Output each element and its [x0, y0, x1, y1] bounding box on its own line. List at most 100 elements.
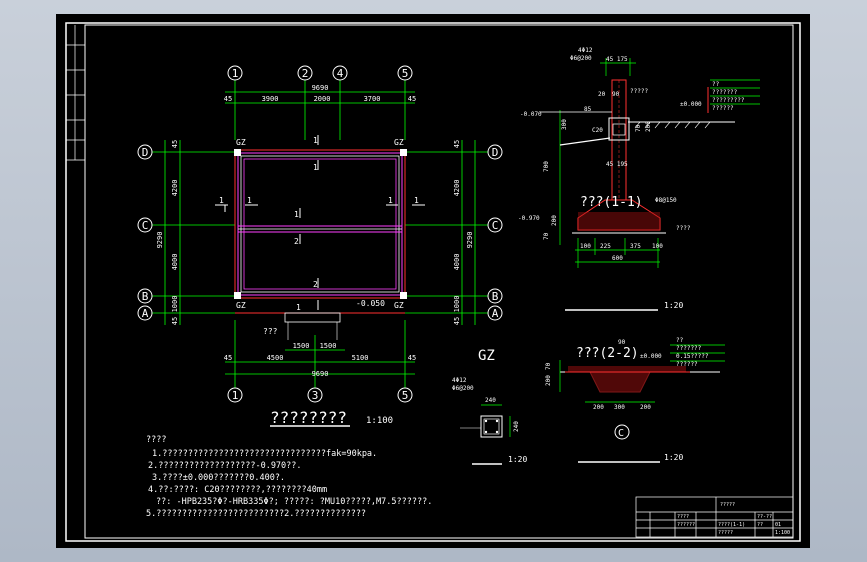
s1-dim-bar: 85	[584, 106, 592, 113]
tb-cell-2: ????	[677, 514, 689, 520]
s1-dim-left-4: 200	[551, 215, 558, 226]
s1-title: ???(1-1)	[580, 195, 643, 210]
axis-bottom-1: 1	[232, 389, 239, 402]
tb-cell-9: 1:100	[775, 530, 790, 536]
tb-cell-5: ?????	[718, 530, 733, 536]
dim-top-part-1: 45	[224, 95, 232, 103]
axis-left-a: A	[142, 307, 149, 320]
dim-right-total: 9290	[466, 232, 474, 249]
notes-line-2: 2.???????????????????-0.970??.	[148, 461, 302, 471]
s1-dim-bottom-4: 100	[652, 243, 663, 250]
dim-left-total: 9290	[156, 232, 164, 249]
s1-dim-bottom-3: 375	[630, 243, 641, 250]
dim-right-part-5: 45	[453, 317, 461, 325]
section-mark-5: 2	[313, 280, 318, 289]
axis-top-4: 4	[337, 67, 344, 80]
gz-dim-w: 240	[485, 397, 496, 404]
s2-top-dim: 90	[618, 339, 626, 346]
s1-layer-3: ?????????	[712, 97, 745, 104]
dim-door-1: 1500	[293, 342, 310, 350]
elev-entry: -0.050	[356, 299, 385, 308]
dim-top-part-5: 45	[408, 95, 416, 103]
stair-label: ???	[263, 327, 278, 336]
axis-bottom-5: 5	[402, 389, 409, 402]
gz-label-1: GZ	[236, 138, 246, 147]
plan-scale: 1:100	[366, 416, 393, 426]
s1-top-dim-1: 20	[598, 91, 606, 98]
s1-dim-left-3: 70	[543, 232, 550, 240]
s1-layer-2: ???????	[712, 89, 738, 96]
s1-side-dim-1: 70	[635, 124, 642, 132]
dim-top-part-4: 3700	[364, 95, 381, 103]
dim-bottom-part-1: 45	[224, 354, 232, 362]
dim-left-part-1: 45	[171, 140, 179, 148]
s1-elev-left: -0.070	[520, 111, 542, 118]
gz-label-3: GZ	[236, 301, 246, 310]
notes-line-5: ??: -HPB235?Φ?-HRB335Φ?; ?????: ?MU10???…	[156, 497, 432, 507]
s1-dim-bottom-2: 225	[600, 243, 611, 250]
tb-cell-6: ??-??	[757, 514, 772, 520]
s2-layer-1: ??	[676, 337, 684, 344]
tb-cell-1: ?????	[720, 502, 735, 508]
s1-rebar: 4Φ12	[578, 47, 593, 54]
notes-line-6: 5.?????????????????????????2.???????????…	[146, 509, 366, 519]
s2-elev: ±0.000	[640, 353, 662, 360]
gz-rebar: 4Φ12	[452, 377, 467, 384]
notes-line-3: 3.????±0.000???????0.400?.	[152, 473, 285, 483]
s1-wall-label: 45 195	[606, 161, 628, 168]
gz-label-2: GZ	[394, 138, 404, 147]
section-mark-3: 1	[294, 210, 299, 219]
s2-layer-2: ???????	[676, 345, 702, 352]
tb-cell-8: 01	[775, 522, 781, 528]
section-mark-8: 1	[247, 196, 252, 205]
dim-right-part-3: 4000	[453, 254, 461, 271]
dim-door-2: 1500	[320, 342, 337, 350]
s1-scale: 1:20	[664, 301, 683, 310]
dim-left-part-5: 45	[171, 317, 179, 325]
s1-ground-note: ????	[676, 225, 691, 232]
s1-side-dim-2: 200	[645, 121, 652, 132]
s2-layer-4: ??????	[676, 361, 698, 368]
axis-top-2: 2	[302, 67, 309, 80]
section-mark-7: 1	[219, 196, 224, 205]
section-mark-6: 1	[296, 303, 301, 312]
dim-bottom-total: 9690	[312, 370, 329, 378]
dim-left-part-2: 4200	[171, 180, 179, 197]
s1-layer-1: ??	[712, 81, 720, 88]
dim-left-part-4: 1000	[171, 296, 179, 313]
axis-right-a: A	[492, 307, 499, 320]
gz-stirrup: Φ6@200	[452, 385, 474, 392]
dim-bottom-part-4: 45	[408, 354, 416, 362]
gz-scale: 1:20	[508, 455, 527, 464]
s2-dim-bottom-2: 300	[614, 404, 625, 411]
s2-scale: 1:20	[664, 453, 683, 462]
dim-left-part-3: 4000	[171, 254, 179, 271]
s1-top-dim-2: 90	[612, 91, 620, 98]
s1-top-note: ?????	[630, 88, 648, 95]
section-mark-4: 2	[294, 237, 299, 246]
s1-elev-right: ±0.000	[680, 101, 702, 108]
tb-cell-7: ??	[757, 522, 763, 528]
axis-left-c: C	[142, 219, 149, 232]
axis-top-1: 1	[232, 67, 239, 80]
section-mark-2: 1	[313, 163, 318, 172]
axis-left-b: B	[142, 290, 149, 303]
s1-dim-bottom-1: 100	[580, 243, 591, 250]
section-mark-10: 1	[414, 196, 419, 205]
axis-right-b: B	[492, 290, 499, 303]
s2-title: ???(2-2)	[576, 346, 639, 361]
notes-line-1: 1.????????????????????????????????fak=90…	[152, 449, 377, 459]
s1-found-note: Φ8@150	[655, 197, 677, 204]
cad-drawing[interactable]: 1 2 4 5 1 3 5 D C B A D C B A 9690 45 39…	[0, 0, 867, 562]
s1-beam-label: C20	[592, 127, 603, 134]
s1-stirrup: Φ6@200	[570, 55, 592, 62]
s1-layer-4: ??????	[712, 105, 734, 112]
s2-dim-left-1: 200	[545, 375, 552, 386]
dim-right-part-2: 4200	[453, 180, 461, 197]
s1-dim-base: 600	[612, 255, 623, 262]
dim-right-part-1: 45	[453, 140, 461, 148]
tb-cell-3: ??????	[677, 522, 695, 528]
s2-dim-bottom-1: 200	[593, 404, 604, 411]
axis-top-5: 5	[402, 67, 409, 80]
gz-dim-h: 240	[513, 421, 520, 432]
